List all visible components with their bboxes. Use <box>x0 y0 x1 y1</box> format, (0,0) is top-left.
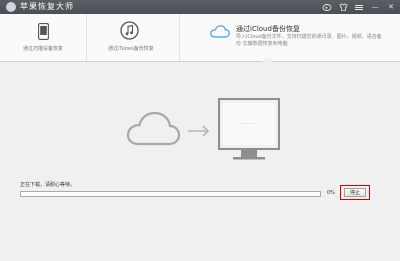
progress-percent: 0% <box>327 190 335 196</box>
tab-scan-device[interactable]: 通过扫描设备恢复 <box>0 14 87 61</box>
app-logo-icon <box>6 2 16 12</box>
title-bar: 苹果恢复大师 — ✕ <box>0 0 400 14</box>
weibo-icon[interactable] <box>320 1 334 13</box>
transfer-illustration-svg: - - - - - - - - <box>126 98 280 160</box>
arrow-right-icon <box>188 125 210 137</box>
minimize-button[interactable]: — <box>368 1 382 13</box>
tab-title: 通过iCloud备份恢复 <box>236 25 300 33</box>
monitor-icon: - - - - - - - - <box>218 98 280 160</box>
tab-itunes-backup[interactable]: 通过iTunes备份恢复 <box>87 14 180 61</box>
window-controls: — ✕ <box>320 0 398 14</box>
menu-icon[interactable] <box>352 1 366 13</box>
mode-tabs: 通过扫描设备恢复 通过iTunes备份恢复 通过iCloud备份恢复 导入iCl… <box>0 14 400 62</box>
itunes-icon <box>120 21 139 40</box>
cloud-outline-icon <box>126 111 181 146</box>
status-text: 正在下载，请耐心等待。 <box>20 182 76 188</box>
stop-button[interactable]: 停止 <box>344 188 366 197</box>
tab-description: 导入iCloud备份文件，支持扫描您的通讯录、图片，视频、语音备份 忘辗数据恢复… <box>236 34 382 47</box>
tab-label: 通过扫描设备恢复 <box>23 46 64 52</box>
cloud-icon <box>210 24 230 38</box>
app-title: 苹果恢复大师 <box>20 2 74 11</box>
phone-icon <box>37 22 49 40</box>
transfer-illustration: - - - - - - - - <box>124 95 282 181</box>
main-panel: - - - - - - - - 正在下载，请耐心等待。 0% 停止 <box>0 62 400 261</box>
app-window: 苹果恢复大师 — ✕ 通过扫描设备恢复 通过iTunes备份恢复 通过iClou… <box>0 0 400 261</box>
progress-bar <box>20 191 321 197</box>
tab-label: 通过iTunes备份恢复 <box>108 46 154 52</box>
skin-icon[interactable] <box>336 1 350 13</box>
tab-icloud-backup[interactable]: 通过iCloud备份恢复 导入iCloud备份文件，支持扫描您的通讯录、图片，视… <box>180 14 400 61</box>
screen-text: - - - - - - - - <box>241 121 256 125</box>
close-button[interactable]: ✕ <box>384 1 398 13</box>
